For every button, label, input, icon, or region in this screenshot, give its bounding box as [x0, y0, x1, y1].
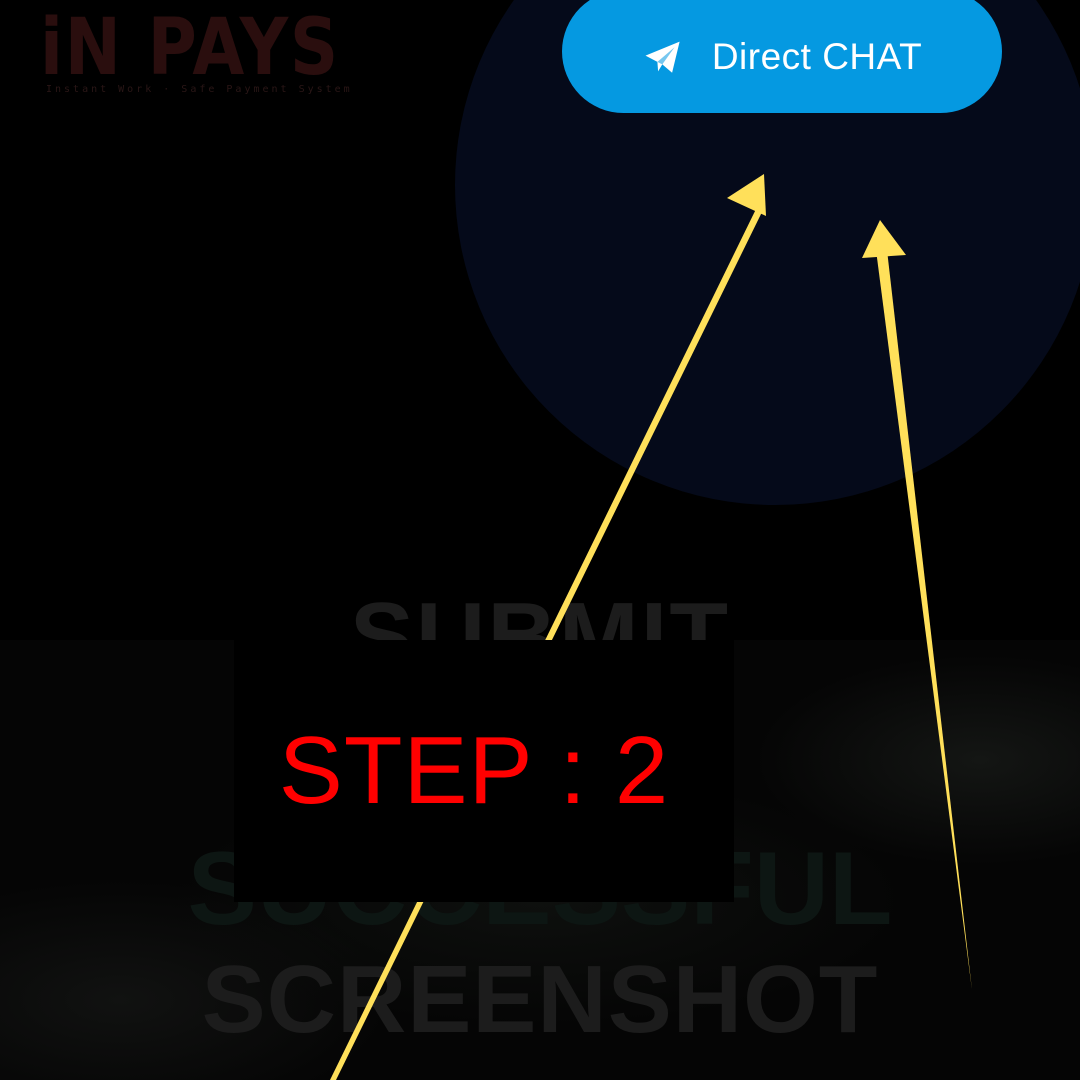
- arrow-right: [876, 250, 972, 990]
- step-label-box: STEP : 2: [234, 640, 734, 902]
- annotation-arrows: [330, 174, 972, 1080]
- arrow-left-head: [727, 174, 766, 216]
- step-label: STEP : 2: [278, 717, 670, 824]
- arrow-right-head: [862, 220, 906, 258]
